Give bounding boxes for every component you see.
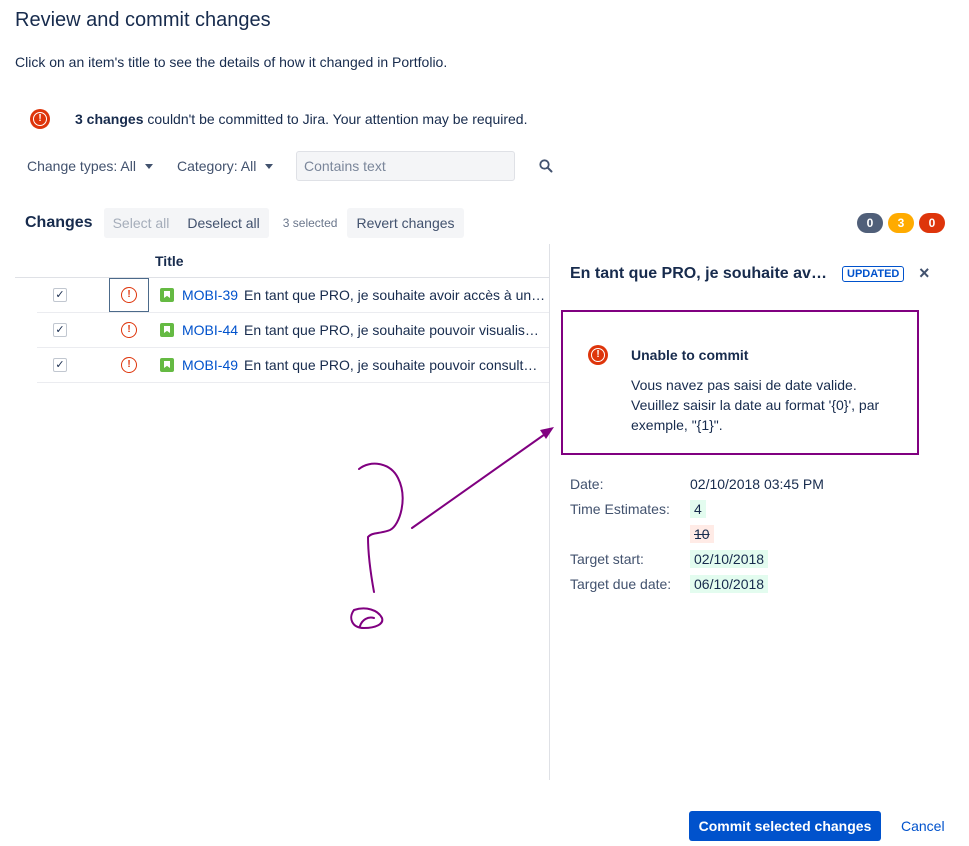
issue-key-link[interactable]: MOBI-39 [182, 287, 238, 303]
issue-key-link[interactable]: MOBI-49 [182, 357, 238, 373]
detail-panel-title: En tant que PRO, je souhaite av… [570, 265, 827, 282]
deselect-all-button[interactable]: Deselect all [178, 208, 269, 238]
title-column-header: Title [155, 253, 184, 269]
story-icon [160, 288, 174, 302]
row-status-cell[interactable]: ! [109, 278, 149, 312]
error-icon: ! [121, 322, 137, 338]
time-estimates-label: Time Estimates: [570, 501, 670, 517]
issue-key-link[interactable]: MOBI-44 [182, 322, 238, 338]
target-due-value: 06/10/2018 [690, 575, 769, 593]
revert-changes-button[interactable]: Revert changes [347, 208, 464, 238]
issue-summary[interactable]: En tant que PRO, je souhaite pouvoir vis… [244, 322, 547, 338]
error-icon: ! [30, 109, 50, 129]
warning-text: 3 changes couldn't be committed to Jira.… [75, 111, 528, 127]
date-value: 02/10/2018 03:45 PM [690, 476, 824, 492]
selected-count: 3 selected [282, 216, 338, 230]
error-icon: ! [121, 287, 137, 303]
page-title: Review and commit changes [15, 9, 271, 31]
story-icon [160, 323, 174, 337]
time-estimate-new: 4 [690, 500, 706, 518]
row-status-cell[interactable]: ! [109, 348, 149, 382]
error-icon: ! [121, 357, 137, 373]
story-icon [160, 358, 174, 372]
error-title: Unable to commit [631, 347, 749, 363]
search-icon[interactable] [538, 158, 554, 174]
badge-neutral: 0 [857, 213, 883, 233]
cancel-button[interactable]: Cancel [893, 811, 953, 841]
selection-button-group: Select all Deselect all [103, 208, 269, 238]
row-checkbox[interactable]: ✓ [53, 323, 67, 337]
error-icon: ! [588, 345, 608, 365]
category-dropdown[interactable]: Category: All [176, 158, 274, 174]
badge-warning: 3 [888, 213, 914, 233]
time-estimate-old: 10 [690, 525, 714, 543]
hand-drawn-question-annotation [350, 427, 554, 630]
issue-summary[interactable]: En tant que PRO, je souhaite pouvoir con… [244, 357, 547, 373]
table-header: Title [15, 244, 549, 278]
date-label: Date: [570, 476, 604, 492]
commit-selected-button[interactable]: Commit selected changes [689, 811, 881, 841]
close-icon[interactable]: × [919, 264, 933, 282]
updated-lozenge: UPDATED [842, 266, 905, 282]
badge-error: 0 [919, 213, 945, 233]
change-count-badges: 0 3 0 [852, 213, 945, 233]
warning-message: couldn't be committed to Jira. Your atte… [143, 111, 528, 127]
changes-toolbar: Changes Select all Deselect all 3 select… [25, 208, 464, 238]
change-types-dropdown[interactable]: Change types: All [27, 158, 153, 174]
changes-table: Title ✓ ! MOBI-39 En tant que PRO, je so… [15, 244, 549, 383]
page-subtitle: Click on an item's title to see the deta… [15, 54, 448, 70]
row-checkbox[interactable]: ✓ [53, 358, 67, 372]
select-all-button[interactable]: Select all [103, 208, 179, 238]
row-checkbox[interactable]: ✓ [53, 288, 67, 302]
error-message: Vous navez pas saisi de date valide. Veu… [631, 377, 880, 433]
table-row[interactable]: ✓ ! MOBI-39 En tant que PRO, je souhaite… [37, 278, 549, 313]
table-row[interactable]: ✓ ! MOBI-49 En tant que PRO, je souhaite… [37, 348, 549, 383]
filter-bar: Change types: All Category: All [27, 151, 274, 181]
change-types-label: Change types: All [27, 158, 136, 174]
target-start-value: 02/10/2018 [690, 550, 769, 568]
changes-heading: Changes [25, 214, 93, 231]
row-status-cell[interactable]: ! [109, 313, 149, 347]
target-due-label: Target due date: [570, 576, 672, 592]
category-label: Category: All [176, 158, 257, 174]
caret-down-icon [144, 163, 153, 169]
issue-summary[interactable]: En tant que PRO, je souhaite avoir accès… [244, 287, 547, 303]
target-start-label: Target start: [570, 551, 644, 567]
caret-down-icon [265, 163, 274, 169]
commit-warning: ! 3 changes couldn't be committed to Jir… [30, 109, 528, 129]
commit-error-box: ! Unable to commit Vous navez pas saisi … [561, 310, 919, 455]
warning-count: 3 changes [75, 111, 144, 127]
search-input[interactable] [296, 151, 515, 181]
table-row[interactable]: ✓ ! MOBI-44 En tant que PRO, je souhaite… [37, 313, 549, 348]
